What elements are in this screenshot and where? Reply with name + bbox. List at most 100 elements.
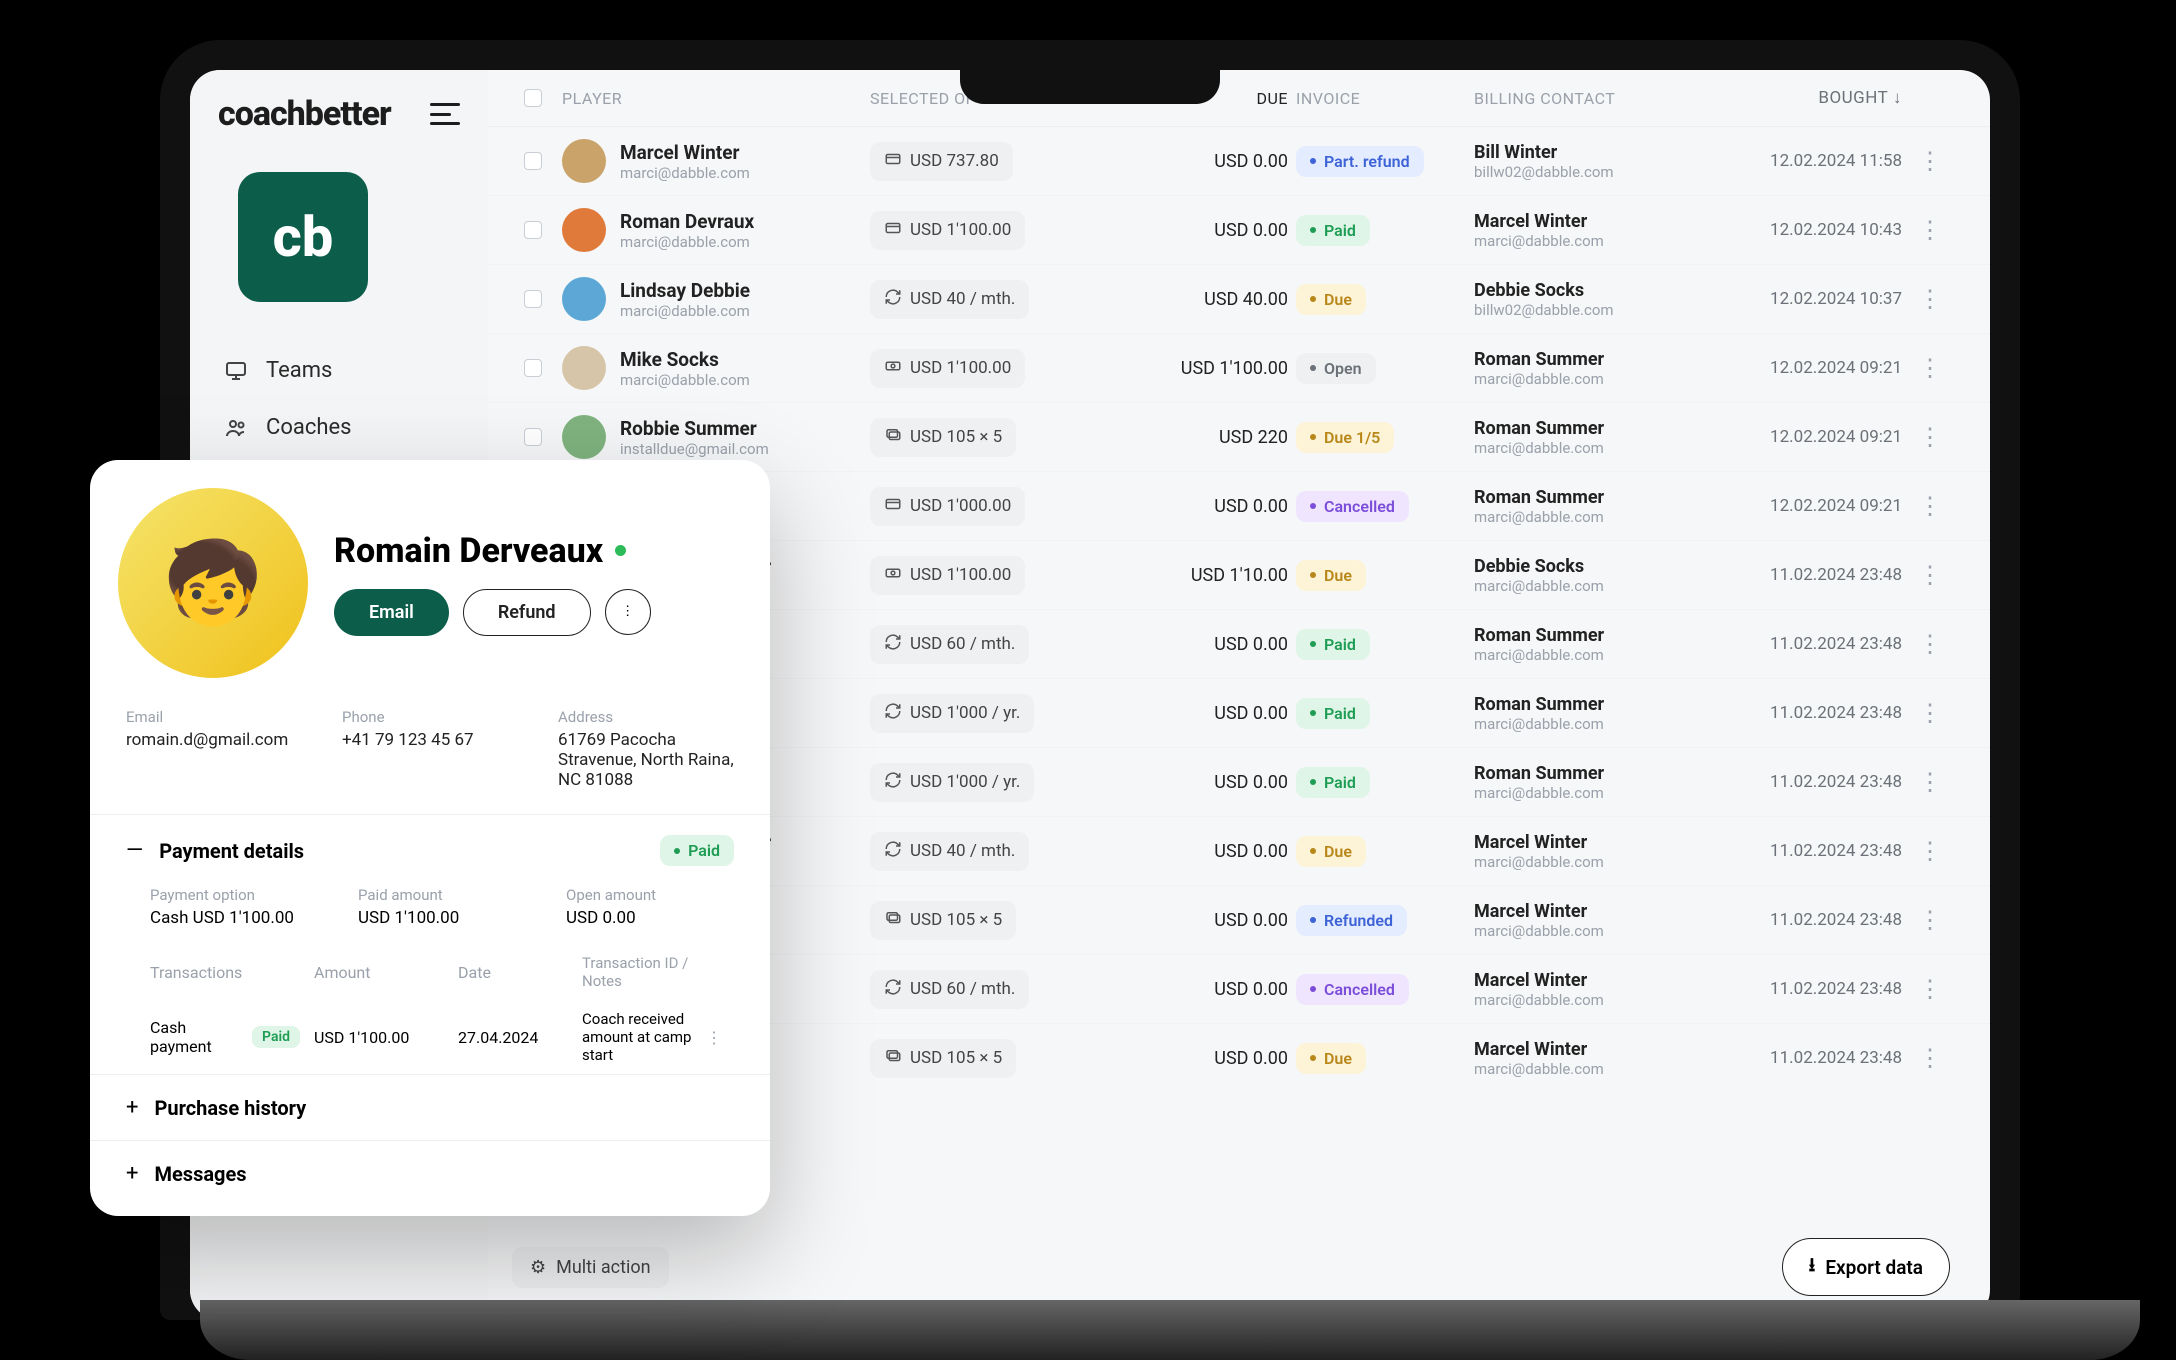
table-row[interactable]: Marcel Winter marci@dabble.com USD 737.8… xyxy=(488,127,1990,195)
selected-option-chip: USD 40 / mth. xyxy=(870,280,1029,319)
player-avatar xyxy=(562,346,606,390)
row-more-button[interactable]: ⋮ xyxy=(1910,768,1950,796)
contact-name: Roman Summer xyxy=(1474,625,1694,646)
menu-icon[interactable] xyxy=(430,103,460,125)
invoice-status-badge: Refunded xyxy=(1296,905,1407,936)
sidebar-item-coaches[interactable]: Coaches xyxy=(218,399,460,456)
selected-option-chip: USD 1'100.00 xyxy=(870,556,1025,595)
row-more-button[interactable]: ⋮ xyxy=(1910,423,1950,451)
row-more-button[interactable]: ⋮ xyxy=(1910,216,1950,244)
col-bought[interactable]: BOUGHT ↓ xyxy=(1702,88,1902,108)
contact-name: Marcel Winter xyxy=(1474,211,1694,232)
contact-email: marci@dabble.com xyxy=(1474,439,1694,457)
row-checkbox[interactable] xyxy=(524,359,542,377)
multi-action-button[interactable]: ⚙ Multi action xyxy=(512,1247,669,1288)
row-more-button[interactable]: ⋮ xyxy=(1910,906,1950,934)
row-more-button[interactable]: ⋮ xyxy=(1910,285,1950,313)
row-checkbox[interactable] xyxy=(524,152,542,170)
select-all-checkbox[interactable] xyxy=(524,89,542,107)
contact-name: Debbie Socks xyxy=(1474,280,1694,301)
contact-name: Roman Summer xyxy=(1474,763,1694,784)
contact-name: Marcel Winter xyxy=(1474,1039,1694,1060)
instalment-icon xyxy=(884,909,902,932)
row-more-button[interactable]: ⋮ xyxy=(1910,561,1950,589)
selected-option-chip: USD 1'000.00 xyxy=(870,487,1025,526)
due-amount: USD 0.00 xyxy=(1108,496,1288,517)
selected-option-chip: USD 105 × 5 xyxy=(870,1039,1016,1078)
expand-icon: + xyxy=(126,1161,138,1186)
recurring-icon xyxy=(884,633,902,656)
sidebar-item-teams[interactable]: Teams xyxy=(218,342,460,399)
export-data-button[interactable]: ⭳ Export data xyxy=(1782,1238,1950,1296)
table-header: PLAYER SELECTED OPTION DUE INVOICE BILLI… xyxy=(488,70,1990,127)
row-more-button[interactable]: ⋮ xyxy=(1910,354,1950,382)
payment-details-toggle[interactable]: —Payment details Paid xyxy=(90,815,770,886)
row-checkbox[interactable] xyxy=(524,290,542,308)
row-more-button[interactable]: ⋮ xyxy=(1910,699,1950,727)
col-invoice[interactable]: INVOICE xyxy=(1296,89,1466,108)
due-amount: USD 0.00 xyxy=(1108,151,1288,172)
contact-name: Roman Summer xyxy=(1474,349,1694,370)
col-player[interactable]: PLAYER xyxy=(562,89,862,108)
more-actions-button[interactable]: ⋮ xyxy=(605,589,651,635)
contact-name: Roman Summer xyxy=(1474,418,1694,439)
col-contact[interactable]: BILLING CONTACT xyxy=(1474,89,1694,108)
invoice-status-badge: Due xyxy=(1296,836,1366,867)
gear-icon: ⚙ xyxy=(530,1257,546,1278)
contact-email: marci@dabble.com xyxy=(1474,991,1694,1009)
selected-option-chip: USD 105 × 5 xyxy=(870,418,1016,457)
bought-time: 11.02.2024 23:48 xyxy=(1702,634,1902,654)
row-checkbox[interactable] xyxy=(524,428,542,446)
transaction-more-button[interactable]: ⋮ xyxy=(706,1028,734,1047)
selected-option-chip: USD 105 × 5 xyxy=(870,901,1016,940)
player-name: Roman Devraux xyxy=(620,210,754,233)
org-logo[interactable]: cb xyxy=(238,172,368,302)
row-more-button[interactable]: ⋮ xyxy=(1910,630,1950,658)
contact-email: marci@dabble.com xyxy=(1474,232,1694,250)
selected-option-chip: USD 40 / mth. xyxy=(870,832,1029,871)
recurring-icon xyxy=(884,288,902,311)
transactions-header: Transactions Amount Date Transaction ID … xyxy=(90,944,770,1000)
sort-down-icon: ↓ xyxy=(1893,88,1902,108)
row-more-button[interactable]: ⋮ xyxy=(1910,492,1950,520)
bought-time: 11.02.2024 23:48 xyxy=(1702,703,1902,723)
player-avatar xyxy=(562,139,606,183)
player-email: marci@dabble.com xyxy=(620,164,750,182)
row-more-button[interactable]: ⋮ xyxy=(1910,975,1950,1003)
invoice-status-badge: Paid xyxy=(1296,767,1370,798)
table-row[interactable]: Mike Socks marci@dabble.com USD 1'100.00… xyxy=(488,333,1990,402)
row-more-button[interactable]: ⋮ xyxy=(1910,147,1950,175)
selected-option-chip: USD 1'100.00 xyxy=(870,349,1025,388)
invoice-status-badge: Due xyxy=(1296,560,1366,591)
purchase-history-toggle[interactable]: +Purchase history xyxy=(90,1075,770,1140)
email-button[interactable]: Email xyxy=(334,589,449,636)
table-row[interactable]: Roman Devraux marci@dabble.com USD 1'100… xyxy=(488,195,1990,264)
expand-icon: + xyxy=(126,1095,138,1120)
open-amount-value: USD 0.00 xyxy=(566,908,734,928)
player-name: Romain Derveaux xyxy=(334,531,651,571)
row-more-button[interactable]: ⋮ xyxy=(1910,1044,1950,1072)
contact-name: Roman Summer xyxy=(1474,487,1694,508)
row-more-button[interactable]: ⋮ xyxy=(1910,837,1950,865)
monitor-icon xyxy=(224,359,248,383)
bought-time: 11.02.2024 23:48 xyxy=(1702,841,1902,861)
address-value: 61769 Pacocha Stravenue, North Raina, NC… xyxy=(558,730,734,790)
player-avatar xyxy=(562,277,606,321)
contact-email: marci@dabble.com xyxy=(1474,508,1694,526)
instalment-icon xyxy=(884,426,902,449)
contact-name: Roman Summer xyxy=(1474,694,1694,715)
player-detail-card: 🧒 Romain Derveaux Email Refund ⋮ Email r… xyxy=(90,460,770,1216)
invoice-status-badge: Paid xyxy=(1296,698,1370,729)
bought-time: 11.02.2024 23:48 xyxy=(1702,772,1902,792)
player-avatar xyxy=(562,208,606,252)
address-label: Address xyxy=(558,708,734,726)
table-row[interactable]: Lindsay Debbie marci@dabble.com USD 40 /… xyxy=(488,264,1990,333)
messages-toggle[interactable]: +Messages xyxy=(90,1141,770,1206)
due-amount: USD 40.00 xyxy=(1108,289,1288,310)
player-email: installdue@gmail.com xyxy=(620,440,769,458)
refund-button[interactable]: Refund xyxy=(463,589,591,636)
player-name: Mike Socks xyxy=(620,348,750,371)
invoice-status-badge: Paid xyxy=(1296,629,1370,660)
payment-option-value: Cash USD 1'100.00 xyxy=(150,908,318,928)
row-checkbox[interactable] xyxy=(524,221,542,239)
